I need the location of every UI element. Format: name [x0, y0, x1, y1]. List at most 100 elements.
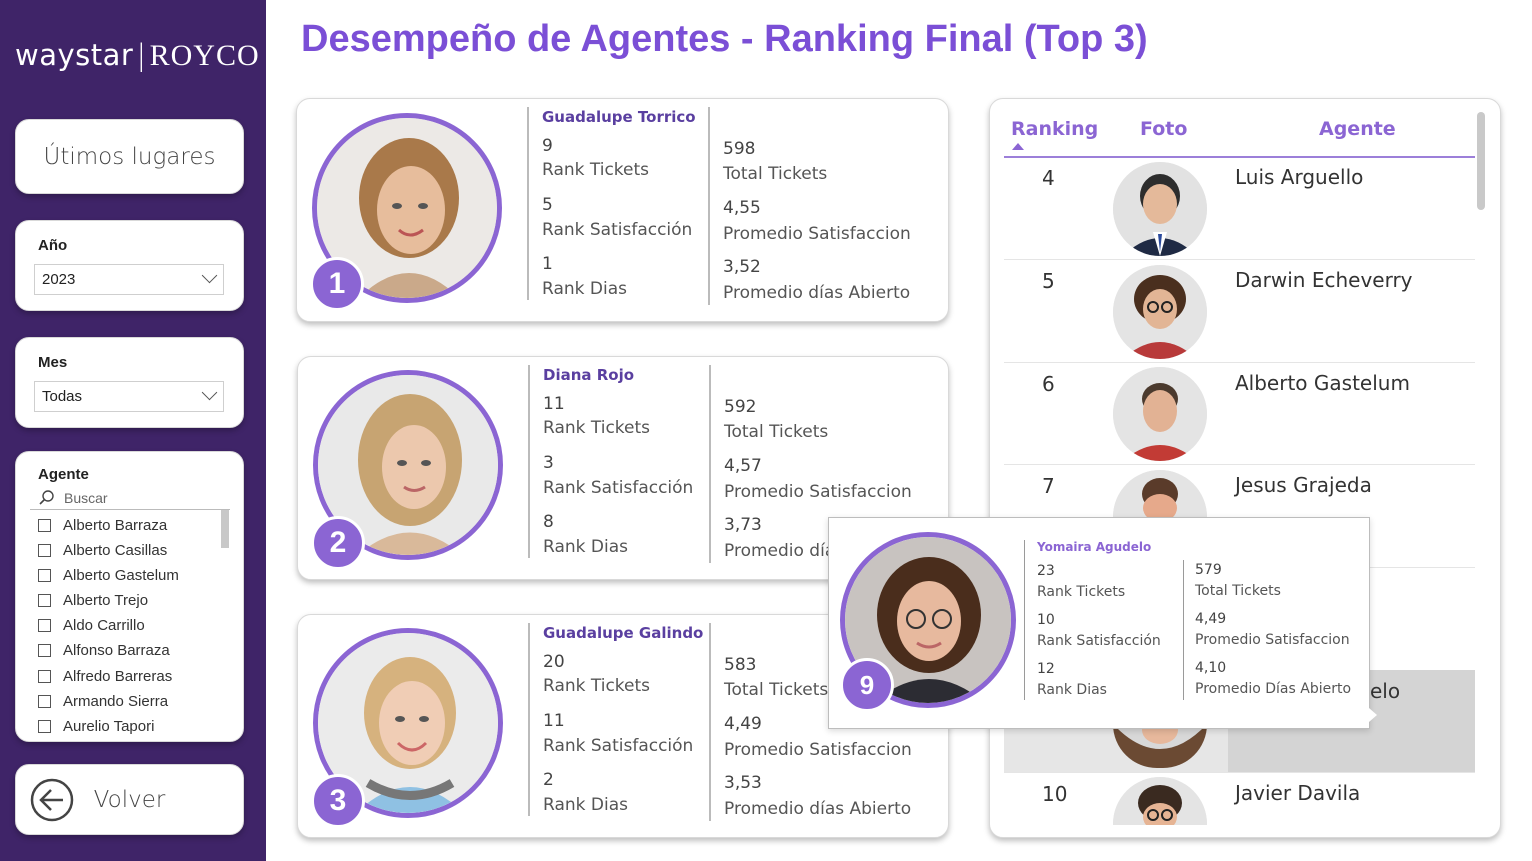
agent-item-label: Alfonso Barraza [63, 641, 170, 659]
chevron-down-icon [201, 384, 218, 401]
checkbox[interactable] [38, 643, 51, 657]
rank-tickets-label: Rank Tickets [543, 418, 651, 438]
agent-item[interactable]: Alberto Trejo [38, 589, 148, 611]
total-tickets-value: 592 [724, 397, 757, 417]
promedio-satisfaccion-label: Promedio Satisfaccion [724, 740, 912, 760]
table-scrollbar[interactable] [1477, 112, 1485, 210]
divider [1183, 560, 1184, 700]
month-slicer: Mes Todas [15, 337, 244, 428]
row-rank: 10 [1042, 782, 1068, 806]
rank-satisfaccion-label: Rank Satisfacción [543, 736, 694, 756]
agent-search[interactable]: Buscar [38, 489, 108, 507]
row-divider [1004, 772, 1475, 773]
agent-photo [1113, 162, 1207, 256]
divider [528, 623, 530, 816]
rank-dias-value: 8 [543, 512, 554, 532]
total-tickets-label: Total Tickets [1195, 583, 1281, 599]
rank-tickets-label: Rank Tickets [542, 160, 650, 180]
checkbox[interactable] [38, 518, 51, 532]
divider [709, 623, 711, 821]
agent-list-scrollbar[interactable] [221, 510, 229, 548]
row-agent-name: Alberto Gastelum [1235, 371, 1410, 395]
agent-item-label: Alfredo Barreras [63, 667, 173, 685]
rank-tickets-value: 9 [542, 136, 553, 156]
divider [528, 365, 530, 558]
row-agent-name: Luis Arguello [1235, 165, 1364, 189]
row-rank: 5 [1042, 269, 1055, 293]
agent-item[interactable]: Alberto Barraza [38, 514, 167, 536]
rank-tickets-label: Rank Tickets [1037, 584, 1126, 600]
month-slicer-title: Mes [38, 354, 68, 371]
total-tickets-label: Total Tickets [724, 680, 829, 700]
promedio-dias-label: Promedio días Abierto [724, 799, 912, 819]
row-divider [1004, 259, 1475, 260]
agent-slicer-title: Agente [38, 466, 89, 483]
rank-satisfaccion-value: 11 [543, 711, 565, 731]
logo-separator: | [136, 38, 147, 72]
arrow-left-circle-icon [30, 778, 74, 822]
row-agent-name: Jesus Grajeda [1235, 473, 1372, 497]
last-places-label: Útimos lugares [43, 143, 216, 170]
agent-item[interactable]: Aldo Carrillo [38, 614, 145, 636]
year-dropdown[interactable]: 2023 [34, 264, 224, 295]
agent-item-label: Alberto Gastelum [63, 566, 179, 584]
divider [708, 107, 710, 305]
total-tickets-label: Total Tickets [723, 164, 828, 184]
header-underline [1004, 156, 1475, 158]
row-agent-name: elo [1370, 679, 1401, 703]
back-button[interactable]: Volver [15, 764, 244, 835]
agent-name: Guadalupe Galindo [543, 624, 704, 642]
header-ranking[interactable]: Ranking [1011, 118, 1098, 140]
company-logo: waystar | ROYCO [15, 38, 260, 73]
checkbox[interactable] [38, 719, 51, 733]
total-tickets-label: Total Tickets [724, 422, 829, 442]
total-tickets-value: 583 [724, 655, 757, 675]
logo-text-waystar: waystar [15, 38, 134, 72]
rank-satisfaccion-value: 10 [1037, 612, 1055, 628]
checkbox[interactable] [38, 543, 51, 557]
agent-item[interactable]: Alberto Gastelum [38, 564, 179, 586]
total-tickets-value: 598 [723, 139, 756, 159]
last-places-button[interactable]: Útimos lugares [15, 119, 244, 194]
agent-item[interactable]: Aurelio Tapori [38, 715, 154, 737]
promedio-satisfaccion-label: Promedio Satisfaccion [1195, 632, 1350, 648]
rank-dias-value: 12 [1037, 661, 1055, 677]
month-value: Todas [42, 388, 83, 405]
header-agente[interactable]: Agente [1319, 118, 1396, 140]
sort-ascending-icon[interactable] [1012, 142, 1024, 150]
checkbox[interactable] [38, 694, 51, 708]
agent-item[interactable]: Alfonso Barraza [38, 639, 170, 661]
checkbox[interactable] [38, 593, 51, 607]
month-dropdown[interactable]: Todas [34, 381, 224, 412]
checkbox[interactable] [38, 669, 51, 683]
checkbox[interactable] [38, 618, 51, 632]
year-slicer-title: Año [38, 237, 68, 254]
logo-text-royco: ROYCO [149, 39, 260, 72]
rank-dias-label: Rank Dias [543, 537, 628, 557]
header-foto[interactable]: Foto [1140, 118, 1187, 140]
rank-tickets-value: 20 [543, 652, 565, 672]
promedio-satisfaccion-label: Promedio Satisfaccion [723, 224, 911, 244]
total-tickets-value: 579 [1195, 562, 1222, 578]
agent-item[interactable]: Armando Sierra [38, 690, 168, 712]
agent-item-label: Alberto Casillas [63, 541, 168, 559]
search-divider [30, 509, 230, 510]
promedio-satisfaccion-value: 4,49 [1195, 611, 1227, 627]
agent-item[interactable]: Alberto Casillas [38, 539, 167, 561]
rank-satisfaccion-value: 5 [542, 195, 553, 215]
promedio-satisfaccion-value: 4,55 [723, 198, 761, 218]
promedio-dias-value: 3,53 [724, 773, 762, 793]
row-rank: 4 [1042, 166, 1055, 190]
chevron-down-icon [201, 267, 218, 284]
row-rank: 7 [1042, 474, 1055, 498]
agent-item-label: Alberto Trejo [63, 591, 149, 609]
promedio-dias-value: 3,73 [724, 515, 762, 535]
agent-item[interactable]: Alfredo Barreras [38, 665, 172, 687]
agent-photo [1113, 367, 1207, 461]
rank-satisfaccion-label: Rank Satisfacción [542, 220, 693, 240]
rank-tickets-label: Rank Tickets [543, 676, 651, 696]
rank-satisfaccion-label: Rank Satisfacción [1037, 633, 1161, 649]
checkbox[interactable] [38, 568, 51, 582]
promedio-satisfaccion-value: 4,49 [724, 714, 762, 734]
rank-dias-value: 1 [542, 254, 553, 274]
